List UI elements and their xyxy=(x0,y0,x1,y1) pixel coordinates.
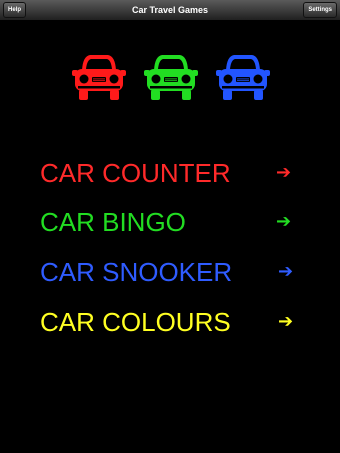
arrow-right-icon: ➔ xyxy=(276,211,292,232)
settings-button[interactable]: Settings xyxy=(303,2,337,18)
car-bingo-label: CAR BINGO xyxy=(40,207,186,237)
car-snooker-label: CAR SNOOKER xyxy=(40,257,233,287)
arrow-right-icon: ➔ xyxy=(278,261,294,282)
car-colours-button[interactable]: CAR COLOURS ➔ xyxy=(40,302,310,342)
red-car-icon xyxy=(72,55,126,100)
navigation-bar: Help Car Travel Games Settings xyxy=(0,0,340,21)
car-counter-button[interactable]: CAR COUNTER ➔ xyxy=(40,153,310,193)
blue-car-icon xyxy=(216,55,270,100)
arrow-right-icon: ➔ xyxy=(276,162,292,183)
car-colours-label: CAR COLOURS xyxy=(40,307,231,337)
green-car-icon xyxy=(144,55,198,100)
page-title: Car Travel Games xyxy=(131,5,209,15)
car-counter-label: CAR COUNTER xyxy=(40,158,231,188)
car-snooker-button[interactable]: CAR SNOOKER ➔ xyxy=(40,252,310,292)
arrow-right-icon: ➔ xyxy=(278,311,294,332)
car-bingo-button[interactable]: CAR BINGO ➔ xyxy=(40,202,310,242)
car-icons-row xyxy=(0,50,340,105)
